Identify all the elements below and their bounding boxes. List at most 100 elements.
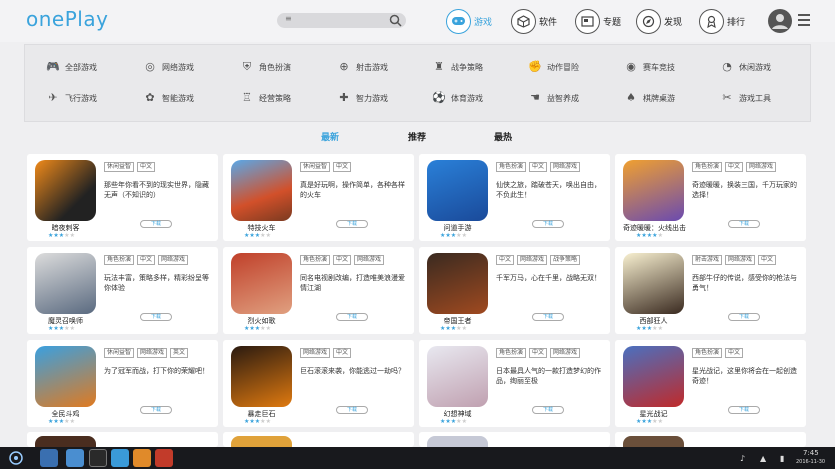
nav-games[interactable]: 游戏 [446,8,492,34]
category-label: 棋牌桌游 [643,93,675,103]
game-thumbnail[interactable] [623,253,684,314]
star-icon: ★ [461,418,467,425]
game-card-partial[interactable] [27,432,218,447]
category-7[interactable]: ◔ 休闲游戏 [720,60,771,74]
genre-tag: 网络游戏 [300,348,331,358]
app-icon[interactable] [155,449,173,467]
category-2[interactable]: ⛨ 角色扮演 [240,60,291,74]
category-0[interactable]: 🎮 全部游戏 [46,60,97,74]
app-icon[interactable] [66,449,84,467]
game-thumbnail[interactable] [231,160,292,221]
category-12[interactable]: ⚽ 体育游戏 [432,91,483,105]
game-card-partial[interactable] [419,432,610,447]
start-icon[interactable] [8,450,24,466]
game-card-partial[interactable] [615,432,806,447]
game-thumbnail[interactable] [35,346,96,407]
game-card-partial[interactable] [223,432,414,447]
category-13[interactable]: ☚ 益智养成 [528,91,579,105]
download-button[interactable]: 下载 [728,220,760,228]
nav-rank[interactable]: 排行 [699,8,745,34]
game-thumbnail[interactable] [623,160,684,221]
menu-button[interactable] [798,14,810,29]
download-button[interactable]: 下载 [336,220,368,228]
category-8[interactable]: ✈ 飞行游戏 [46,91,97,105]
search-placeholder: ≡ [285,14,292,23]
star-icon: ★ [69,325,75,332]
game-card[interactable]: 奇迹暖暖：火线出击 ★★★★★ 角色扮演 中文 网络游戏 奇迹暖暖，换装三国，千万玩家的选… [615,154,806,241]
game-card[interactable]: 特技火车 ★★★★★ 休闲益智 中文 真是好玩啊，操作简单，各种各样的火车 下载 [223,154,414,241]
game-thumbnail[interactable] [623,346,684,407]
game-card[interactable]: 幻想神域 ★★★★★ 角色扮演 中文 网络游戏 日本最具人气的一款打造梦幻的作品，绚丽至极… [419,340,610,427]
category-6[interactable]: ◉ 赛车竞技 [624,60,675,74]
star-rating: ★★★★★ [244,325,271,332]
game-thumbnail[interactable] [427,346,488,407]
category-9[interactable]: ✿ 智能游戏 [143,91,194,105]
download-button[interactable]: 下载 [728,313,760,321]
game-description: 日本最具人气的一款打造梦幻的作品，绚丽至极 [496,367,601,385]
game-card[interactable]: 西部狂人 ★★★★★ 射击游戏 网络游戏 中文 西部牛仔的传说，感受你的枪法与勇气！ 下载 [615,247,806,334]
genre-tag: 中文 [496,255,515,265]
app-icon[interactable] [133,449,151,467]
search-input[interactable]: ≡ [277,13,406,28]
puzzle-icon: ✚ [339,91,349,104]
game-thumbnail[interactable] [35,253,96,314]
avatar[interactable] [768,9,792,33]
download-button[interactable]: 下载 [532,406,564,414]
star-rating: ★★★★★ [440,325,467,332]
download-button[interactable]: 下载 [532,313,564,321]
nav-topics[interactable]: 专题 [575,8,621,34]
genre-tag: 中文 [725,348,744,358]
category-5[interactable]: ✊ 动作冒险 [528,60,579,74]
game-thumbnail[interactable] [427,253,488,314]
game-card[interactable]: 问道手游 ★★★★★ 角色扮演 中文 网络游戏 仙侠之旅，踏破苍天，唤出自由，不负此生！下… [419,154,610,241]
genre-tag: 中文 [758,255,777,265]
category-4[interactable]: ♜ 战争策略 [432,60,483,74]
download-button[interactable]: 下载 [140,406,172,414]
category-label: 战争策略 [451,62,483,72]
download-button[interactable]: 下载 [728,406,760,414]
download-button[interactable]: 下载 [336,406,368,414]
category-label: 动作冒险 [547,62,579,72]
battery-icon[interactable]: ▮ [780,454,784,463]
volume-icon[interactable]: ♪ [740,454,745,463]
tab-recommended[interactable]: 推荐 [408,130,426,143]
browser-icon[interactable] [40,449,58,467]
tab-latest[interactable]: 最新 [321,130,339,143]
download-button[interactable]: 下载 [532,220,564,228]
game-thumbnail[interactable] [231,346,292,407]
game-card[interactable]: 全民斗鸡 ★★★★★ 休闲益智 网络游戏 英文 为了冠军而战，打下你的荣耀吧！ 下载 [27,340,218,427]
category-11[interactable]: ✚ 智力游戏 [337,91,388,105]
download-button[interactable]: 下载 [140,220,172,228]
window-icon[interactable] [89,449,107,467]
download-button[interactable]: 下载 [336,313,368,321]
game-card[interactable]: 暴走巨石 ★★★★★ 网络游戏 中文 巨石滚滚来袭，你能逃过一劫吗？ 下载 [223,340,414,427]
gamepad-icon: 🎮 [46,60,60,73]
game-card[interactable]: 帝国王者 ★★★★★ 中文 网络游戏 战争策略 千军万马，心在千里，战略无双！ 下载 [419,247,610,334]
game-card[interactable]: 魔灵召唤师 ★★★★★ 角色扮演 中文 网络游戏 玩法丰富，策略多样，精彩纷呈等你体验 下载 [27,247,218,334]
game-thumbnail[interactable] [427,160,488,221]
search-icon[interactable] [389,14,402,27]
category-10[interactable]: ♖ 经营策略 [240,91,291,105]
category-14[interactable]: ♠ 棋牌桌游 [624,91,675,105]
game-description: 真是好玩啊，操作简单，各种各样的火车 [300,181,405,199]
star-icon: ★ [69,418,75,425]
globe-icon: ◎ [145,60,155,73]
game-card[interactable]: 烈火如歌 ★★★★★ 角色扮演 中文 网络游戏 同名电视剧改编，打造唯美浪漫爱情江湖 下载 [223,247,414,334]
game-card[interactable]: 星光战记 ★★★★★ 角色扮演 中文 星光战记，这里你将会在一起创造奇迹！ 下载 [615,340,806,427]
game-description: 巨石滚滚来袭，你能逃过一劫吗？ [300,367,405,375]
genre-tag: 中文 [137,162,156,172]
category-15[interactable]: ✂ 游戏工具 [720,91,771,105]
game-card[interactable]: 暗夜刺客 ★★★★★ 休闲益智 中文 那些年你看不到的现实世界，隐藏无声（不知识的） 下载 [27,154,218,241]
tab-hottest[interactable]: 最热 [494,130,512,143]
download-button[interactable]: 下载 [140,313,172,321]
category-1[interactable]: ◎ 网络游戏 [143,60,194,74]
game-thumbnail[interactable] [35,160,96,221]
game-thumbnail[interactable] [231,253,292,314]
nav-software[interactable]: 软件 [511,8,557,34]
game-description: 奇迹暖暖，换装三国，千万玩家的选择！ [692,181,797,199]
network-icon[interactable]: ▲ [760,454,766,463]
app-icon[interactable] [111,449,129,467]
nav-discover[interactable]: 发现 [636,8,682,34]
category-3[interactable]: ⊕ 射击游戏 [337,60,388,74]
genre-tag: 休闲益智 [104,348,135,358]
